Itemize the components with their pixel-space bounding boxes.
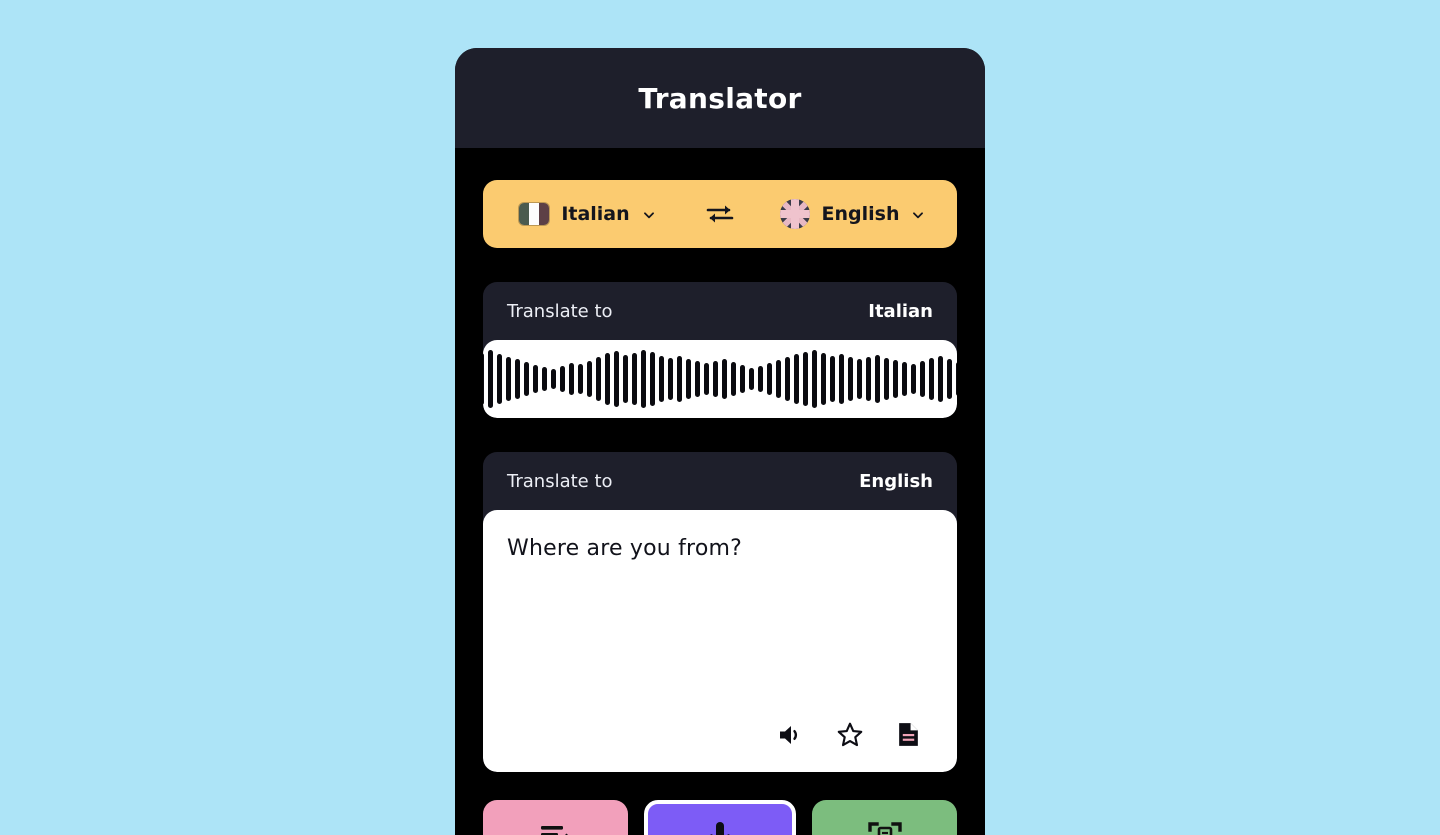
- waveform-bar: [947, 359, 952, 399]
- waveform-bar: [812, 350, 817, 408]
- waveform-bar: [497, 354, 502, 404]
- waveform-bar: [677, 356, 682, 402]
- source-language-label: Italian: [561, 203, 630, 225]
- swap-languages-button[interactable]: [692, 201, 748, 227]
- waveform-bar: [884, 358, 889, 400]
- waveform-bar: [893, 360, 898, 398]
- waveform-bar: [560, 366, 565, 392]
- waveform-bar: [821, 353, 826, 405]
- chevron-down-icon[interactable]: [642, 207, 656, 221]
- source-language-selector[interactable]: Italian: [483, 203, 692, 225]
- target-language-selector[interactable]: English: [748, 199, 957, 229]
- target-card-language: English: [859, 470, 933, 492]
- waveform-bar: [857, 359, 862, 399]
- source-card-label: Translate to: [507, 300, 613, 322]
- waveform-bar: [722, 359, 727, 399]
- waveform-bar: [848, 357, 853, 401]
- target-language-label: English: [821, 203, 900, 225]
- waveform-bar: [830, 356, 835, 402]
- waveform-bar: [794, 354, 799, 404]
- source-translation-card: Translate to Italian: [483, 282, 957, 418]
- source-card-language: Italian: [868, 300, 933, 322]
- speak-button[interactable]: [643, 800, 797, 835]
- waveform-bar: [686, 359, 691, 399]
- document-icon[interactable]: [896, 721, 921, 748]
- waveform-bar: [875, 355, 880, 403]
- bottom-action-bar: [483, 800, 958, 835]
- waveform-bar: [902, 362, 907, 396]
- app-header: Translator: [455, 48, 985, 148]
- waveform-bar: [659, 356, 664, 402]
- audio-waveform[interactable]: [483, 340, 957, 418]
- scan-document-icon: [867, 822, 902, 835]
- waveform-bar: [569, 363, 574, 395]
- waveform-bar: [668, 358, 673, 400]
- waveform-bar: [605, 353, 610, 405]
- waveform-bar: [767, 363, 772, 395]
- waveform-bar: [483, 353, 484, 405]
- waveform-bar: [938, 356, 943, 402]
- phone-frame: Translator Italian English Translate to …: [455, 48, 985, 835]
- waveform-bar: [911, 364, 916, 394]
- page-title: Translator: [638, 81, 802, 115]
- waveform-bar: [641, 350, 646, 408]
- translated-text: Where are you from?: [507, 536, 742, 561]
- star-icon[interactable]: [836, 721, 864, 748]
- waveform-bar: [866, 357, 871, 401]
- target-card-label: Translate to: [507, 470, 613, 492]
- type-text-button[interactable]: [483, 800, 628, 835]
- waveform-bar: [740, 365, 745, 393]
- waveform-bar: [623, 355, 628, 403]
- waveform-bar: [614, 351, 619, 407]
- waveform-bar: [731, 362, 736, 396]
- waveform-bar: [551, 369, 556, 389]
- waveform-bar: [488, 350, 493, 408]
- source-card-header: Translate to Italian: [483, 282, 957, 340]
- waveform-bar: [803, 352, 808, 406]
- waveform-bar: [650, 352, 655, 406]
- waveform-bar: [839, 354, 844, 404]
- scan-button[interactable]: [812, 800, 958, 835]
- target-translation-card: Translate to English Where are you from?: [483, 452, 957, 772]
- waveform-bar: [506, 357, 511, 401]
- waveform-bar: [542, 367, 547, 391]
- waveform-bar: [956, 362, 957, 396]
- waveform-bar: [704, 363, 709, 395]
- waveform-bar: [749, 368, 754, 390]
- waveform-bar: [596, 357, 601, 401]
- waveform-bar: [920, 361, 925, 397]
- chevron-down-icon[interactable]: [911, 207, 925, 221]
- waveform-bar: [578, 364, 583, 394]
- waveform-bar: [632, 353, 637, 405]
- waveform-bar: [776, 360, 781, 398]
- waveform-bar: [713, 361, 718, 397]
- language-selector-bar: Italian English: [483, 180, 957, 248]
- text-edit-icon: [541, 826, 569, 835]
- waveform-bar: [929, 358, 934, 400]
- italy-flag-icon: [519, 203, 550, 225]
- target-card-header: Translate to English: [483, 452, 957, 510]
- waveform-bar: [758, 366, 763, 392]
- waveform-bar: [695, 361, 700, 397]
- translation-text-panel[interactable]: Where are you from?: [483, 510, 957, 772]
- waveform-bar: [785, 357, 790, 401]
- app-body: Italian English Translate to Italian Tra…: [455, 148, 985, 835]
- swap-arrows-icon: [706, 205, 734, 223]
- waveform-bar: [587, 361, 592, 397]
- microphone-icon: [710, 822, 730, 835]
- translation-actions: [507, 721, 933, 754]
- waveform-bar: [524, 362, 529, 396]
- speaker-icon[interactable]: [778, 723, 804, 747]
- waveform-bar: [515, 359, 520, 399]
- waveform-bar: [533, 365, 538, 393]
- uk-flag-icon: [779, 199, 810, 229]
